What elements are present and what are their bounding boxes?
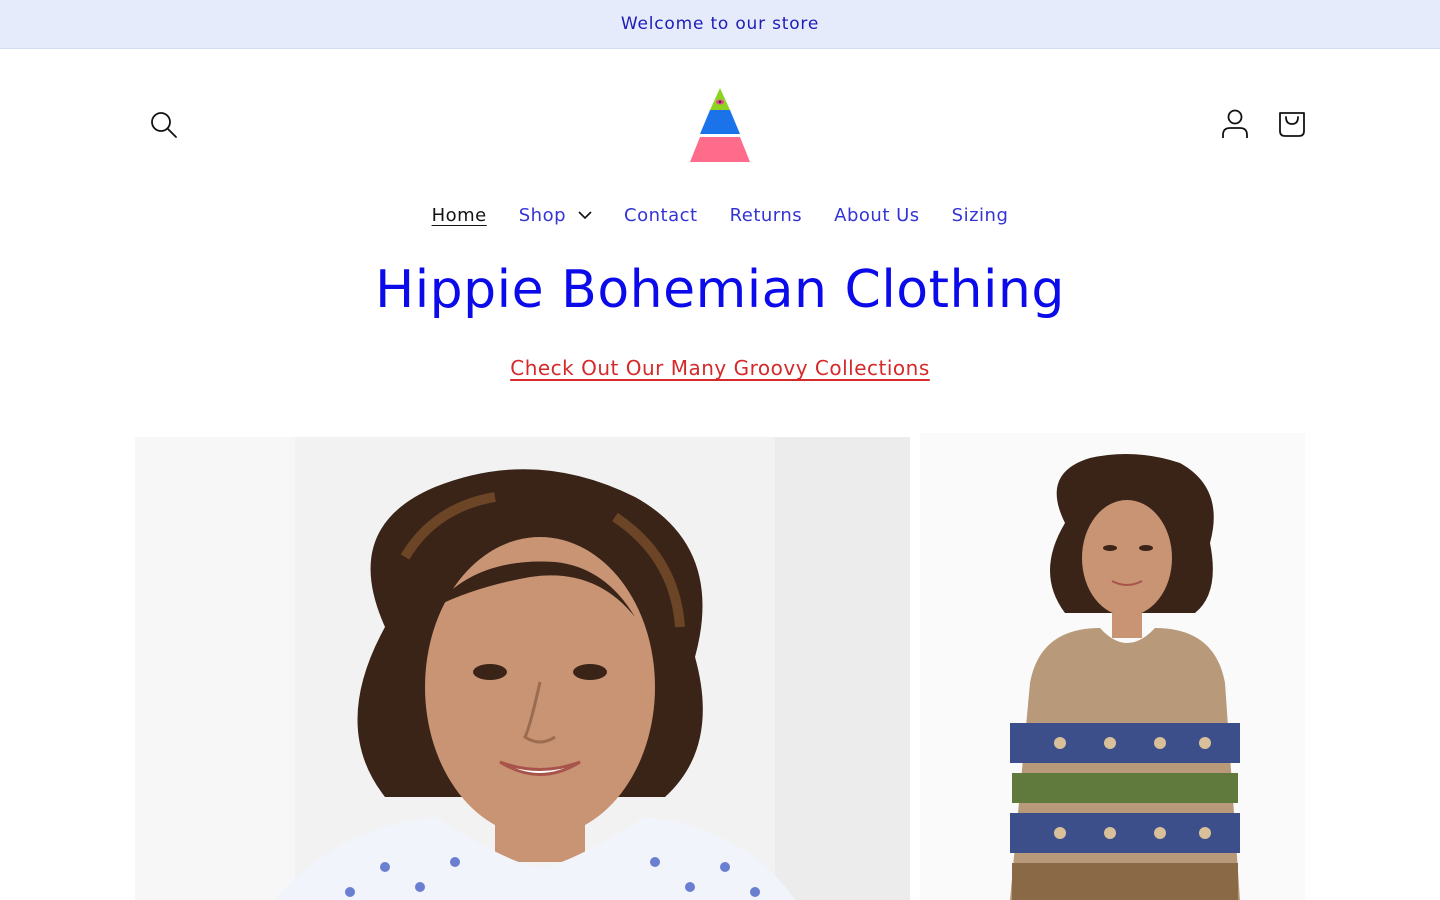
nav-item-shop[interactable]: Shop xyxy=(503,205,608,226)
nav-item-contact[interactable]: Contact xyxy=(608,205,714,226)
cart-button[interactable] xyxy=(1270,102,1314,146)
nav-label: Home xyxy=(431,204,487,226)
hero-link-wrapper: Check Out Our Many Groovy Collections xyxy=(0,356,1440,380)
logo-pyramid-icon xyxy=(690,88,750,162)
hero-image-left[interactable] xyxy=(135,437,910,900)
store-logo[interactable] xyxy=(688,86,752,164)
announcement-bar: Welcome to our store xyxy=(0,0,1440,49)
model-portrait-image xyxy=(135,437,910,900)
cart-icon xyxy=(1279,112,1305,137)
hero-title: Hippie Bohemian Clothing xyxy=(375,260,1065,320)
search-icon xyxy=(151,112,177,138)
nav-label: Returns xyxy=(729,204,803,226)
account-icon xyxy=(1222,109,1248,138)
nav-item-returns[interactable]: Returns xyxy=(714,205,819,226)
nav-label: About Us xyxy=(834,204,920,226)
main-navigation: Home Shop Contact Returns About Us Sizin… xyxy=(0,192,1440,238)
model-full-body-image xyxy=(920,433,1305,900)
nav-label: Sizing xyxy=(951,204,1009,226)
nav-item-about-us[interactable]: About Us xyxy=(818,205,936,226)
announcement-text: Welcome to our store xyxy=(620,14,820,34)
nav-label: Shop xyxy=(518,204,567,226)
nav-item-sizing[interactable]: Sizing xyxy=(936,205,1025,226)
account-button[interactable] xyxy=(1213,102,1257,146)
hero-image-right[interactable] xyxy=(920,433,1305,900)
nav-item-home[interactable]: Home xyxy=(416,205,503,226)
collections-link[interactable]: Check Out Our Many Groovy Collections xyxy=(510,356,930,380)
nav-label: Contact xyxy=(624,204,698,226)
chevron-down-icon xyxy=(578,210,592,220)
search-button[interactable] xyxy=(142,103,186,147)
